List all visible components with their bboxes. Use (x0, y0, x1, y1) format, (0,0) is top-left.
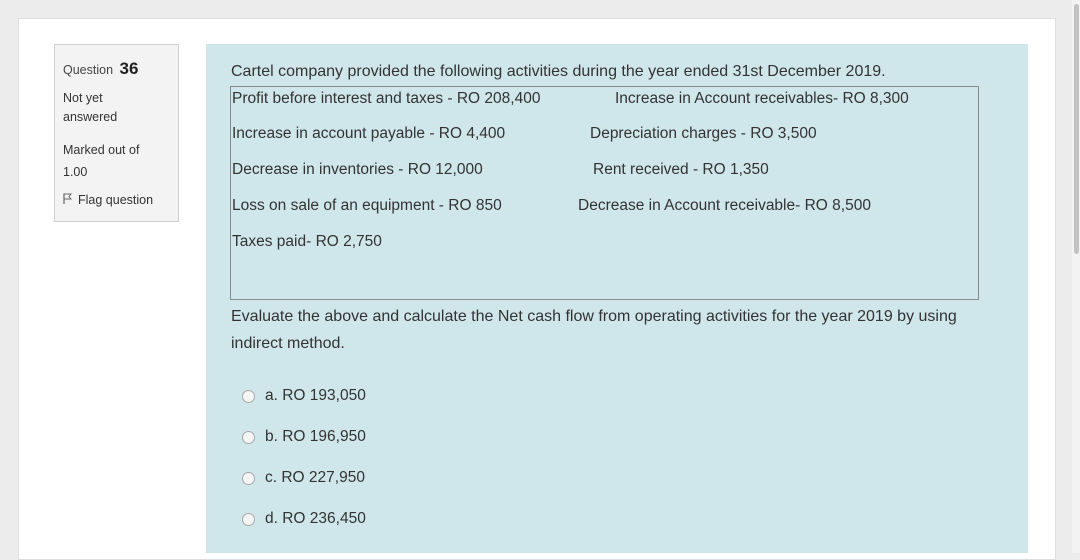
state-line-1: Not yet (63, 91, 103, 105)
answer-option-d[interactable]: d. RO 236,450 (242, 510, 366, 528)
table-cell: Decrease in Account receivable- RO 8,500 (578, 197, 871, 214)
radio-button[interactable] (242, 512, 255, 526)
scrollbar-thumb[interactable] (1074, 4, 1079, 254)
answer-option-b[interactable]: b. RO 196,950 (242, 428, 366, 446)
marked-line-1: Marked out of (63, 143, 140, 157)
answer-label: b. RO 196,950 (265, 428, 366, 445)
flag-question-label: Flag question (78, 193, 154, 207)
question-content: Cartel company provided the following ac… (206, 44, 1028, 553)
question-number-line: Question 36 (63, 59, 170, 79)
table-cell: Profit before interest and taxes - RO 20… (232, 90, 541, 107)
table-cell: Decrease in inventories - RO 12,000 (232, 161, 483, 178)
table-cell: Depreciation charges - RO 3,500 (590, 125, 817, 142)
question-label: Question (63, 63, 114, 77)
state-line-2: answered (63, 110, 118, 124)
question-state: Not yet answered (63, 89, 170, 127)
radio-button[interactable] (242, 430, 255, 444)
activities-table: Profit before interest and taxes - RO 20… (230, 86, 979, 300)
page-scrollbar[interactable] (1072, 0, 1080, 553)
question-number: 36 (119, 59, 139, 78)
answer-label: d. RO 236,450 (265, 510, 366, 527)
answer-option-c[interactable]: c. RO 227,950 (242, 469, 365, 487)
table-cell: Rent received - RO 1,350 (593, 161, 769, 178)
flag-icon (63, 193, 73, 207)
answer-label: c. RO 227,950 (265, 469, 365, 486)
table-cell: Increase in Account receivables- RO 8,30… (615, 90, 909, 107)
question-text: Evaluate the above and calculate the Net… (231, 308, 957, 352)
answer-label: a. RO 193,050 (265, 387, 366, 404)
question-info-panel: Question 36 Not yet answered Marked out … (54, 44, 179, 222)
table-cell: Loss on sale of an equipment - RO 850 (232, 197, 502, 214)
question-grade: Marked out of 1.00 (63, 139, 170, 183)
radio-button[interactable] (242, 471, 255, 485)
table-cell: Increase in account payable - RO 4,400 (232, 125, 506, 142)
flag-question-link[interactable]: Flag question (63, 193, 170, 207)
table-cell: Taxes paid- RO 2,750 (232, 233, 382, 250)
radio-button[interactable] (242, 389, 255, 403)
marked-line-2: 1.00 (63, 165, 88, 179)
question-intro: Cartel company provided the following ac… (231, 63, 886, 80)
answer-option-a[interactable]: a. RO 193,050 (242, 387, 366, 405)
